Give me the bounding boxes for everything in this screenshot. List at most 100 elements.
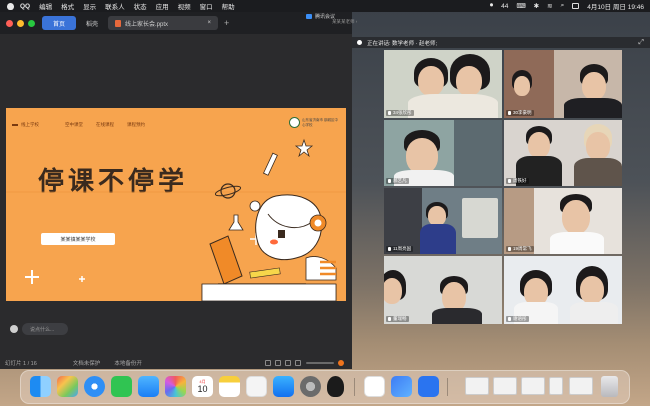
zoom-slider[interactable] xyxy=(306,361,334,364)
meeting-host[interactable]: 某某某老师 › xyxy=(332,19,357,25)
menu-help[interactable]: 帮助 xyxy=(222,1,235,11)
safari-icon[interactable] xyxy=(84,376,105,397)
flask-icon xyxy=(228,214,244,231)
qq-icon[interactable] xyxy=(327,376,344,397)
menu-bar: QQ 编辑 格式 显示 联系人 状态 应用 视频 窗口 帮助 ⏺ 44 ⌨ ✱ … xyxy=(0,0,650,12)
tencent-meeting-logo-icon xyxy=(306,14,312,19)
view-controls xyxy=(261,359,344,366)
screen-record-icon[interactable]: ⏺ xyxy=(490,2,493,10)
star-icon xyxy=(294,138,314,158)
lark-icon[interactable] xyxy=(391,376,412,397)
notes-icon[interactable] xyxy=(219,376,240,397)
settings-icon[interactable] xyxy=(300,376,321,397)
video-tile[interactable]: 谢语彤 xyxy=(504,256,622,324)
play-slideshow-icon[interactable] xyxy=(338,359,344,366)
participant-name: 周铁好 xyxy=(506,178,529,184)
sorter-view-icon[interactable] xyxy=(275,359,281,366)
battery-level[interactable]: 44 xyxy=(501,3,508,10)
comment-input[interactable]: 说点什么... xyxy=(22,323,68,335)
slide-page-indicator[interactable]: 幻灯片 1 / 16 xyxy=(5,359,37,367)
participant-name: 30李豪明 xyxy=(506,110,534,116)
student-character xyxy=(201,194,337,301)
local-backup-status[interactable]: 本地备份开 xyxy=(114,359,142,367)
tab-file-label: 线上家长会.pptx xyxy=(125,21,169,28)
zoom-out-icon[interactable] xyxy=(295,359,301,366)
window-controls xyxy=(6,19,39,27)
minimize-window-icon[interactable] xyxy=(17,19,24,27)
zoom-window-icon[interactable] xyxy=(28,19,35,27)
menu-apps[interactable]: 应用 xyxy=(156,1,169,11)
search-icon[interactable]: ⌕ xyxy=(561,2,565,10)
video-tile[interactable]: 34张欣彤 xyxy=(384,50,502,118)
finder-icon[interactable] xyxy=(30,376,51,397)
wps-icon[interactable] xyxy=(364,376,385,397)
bluetooth-icon[interactable]: ✱ xyxy=(534,2,539,10)
pencil-icon xyxy=(263,152,278,176)
recent-document[interactable] xyxy=(549,377,563,395)
pptx-file-icon xyxy=(115,19,122,27)
clock[interactable]: 4月10日 周日 19:46 xyxy=(587,1,644,11)
menu-window[interactable]: 窗口 xyxy=(200,1,213,11)
video-tile[interactable]: 董瑞畅 xyxy=(384,256,502,324)
menu-status[interactable]: 状态 xyxy=(134,1,147,11)
meeting-header: 腾讯会议 某某某老师 › 正在讲话: 数学老师 · 赵老师; ⤢ xyxy=(306,12,650,48)
speaking-label: 正在讲话: 数学老师 · 赵老师; xyxy=(367,40,437,47)
speaker-icon xyxy=(357,40,362,45)
video-tile[interactable]: 30李豪明 xyxy=(504,50,622,118)
tab-pptx-file[interactable]: 线上家长会.pptx × xyxy=(108,16,219,30)
normal-view-icon[interactable] xyxy=(265,359,271,366)
planet-icon xyxy=(214,183,242,199)
pages-icon[interactable] xyxy=(246,376,267,397)
wifi-icon[interactable]: ≋ xyxy=(547,2,552,10)
menu-view[interactable]: 显示 xyxy=(83,1,96,11)
dock-separator xyxy=(447,378,448,396)
control-center-icon[interactable] xyxy=(572,3,580,9)
tab-docer[interactable]: 稻壳 xyxy=(79,16,105,30)
mail-icon[interactable] xyxy=(138,376,159,397)
video-tile[interactable]: 19周常飞 xyxy=(504,188,622,254)
launchpad-icon[interactable] xyxy=(57,376,78,397)
keyboard-icon[interactable]: ⌨ xyxy=(516,2,525,10)
trash-icon[interactable] xyxy=(601,376,618,397)
menu-edit[interactable]: 编辑 xyxy=(39,1,52,11)
photos-icon[interactable] xyxy=(165,376,186,397)
menu-app-name[interactable]: QQ xyxy=(20,3,30,10)
participant-name: 34张欣彤 xyxy=(386,110,414,116)
menu-contacts[interactable]: 联系人 xyxy=(105,1,125,11)
doc-protect-status[interactable]: 文档未保护 xyxy=(73,359,101,367)
apple-icon[interactable] xyxy=(7,2,14,10)
video-tile[interactable]: 郝艺凡 xyxy=(384,120,502,186)
comment-icon[interactable] xyxy=(10,325,18,333)
messages-icon[interactable] xyxy=(111,376,132,397)
video-grid: 34张欣彤 30李豪明 郝艺凡 周铁好 11周亮国 19周常飞 董瑞畅 谢语彤 xyxy=(384,50,622,324)
participant-name: 郝艺凡 xyxy=(386,178,409,184)
close-tab-icon[interactable]: × xyxy=(208,20,212,26)
dock-separator xyxy=(354,378,355,396)
fullscreen-icon[interactable]: ⤢ xyxy=(638,39,644,47)
new-tab-icon[interactable]: + xyxy=(224,18,229,28)
meeting-app-title: 腾讯会议 xyxy=(306,13,335,20)
menu-video[interactable]: 视频 xyxy=(178,1,191,11)
recent-screenshot[interactable] xyxy=(493,377,517,395)
editor-tab-bar: 首页 稻壳 线上家长会.pptx × + xyxy=(0,12,352,34)
tencent-meeting-icon[interactable] xyxy=(418,376,439,397)
reading-view-icon[interactable] xyxy=(285,359,291,366)
slide-illustration xyxy=(6,138,346,301)
close-window-icon[interactable] xyxy=(6,19,13,27)
tab-home[interactable]: 首页 xyxy=(42,16,76,30)
participant-name: 谢语彤 xyxy=(506,316,529,322)
video-tile[interactable]: 周铁好 xyxy=(504,120,622,186)
speaking-banner: 正在讲话: 数学老师 · 赵老师; ⤢ xyxy=(352,37,650,48)
participant-name: 19周常飞 xyxy=(506,246,534,252)
participant-name: 11周亮国 xyxy=(386,246,414,252)
calendar-day: 10 xyxy=(197,384,208,394)
participant-name: 董瑞畅 xyxy=(386,316,409,322)
video-tile[interactable]: 11周亮国 xyxy=(384,188,502,254)
recent-screenshot[interactable] xyxy=(521,377,545,395)
calendar-icon[interactable]: 4月 10 xyxy=(192,376,213,397)
downloads-stack[interactable] xyxy=(465,377,489,395)
recent-screenshot[interactable] xyxy=(569,377,593,395)
appstore-icon[interactable] xyxy=(273,376,294,397)
slide-canvas[interactable]: 线上学校 空中课堂 在线课程 课程预约 山东省济南市 钢城区中心学校 停课不停学… xyxy=(6,108,346,301)
menu-format[interactable]: 格式 xyxy=(61,1,74,11)
